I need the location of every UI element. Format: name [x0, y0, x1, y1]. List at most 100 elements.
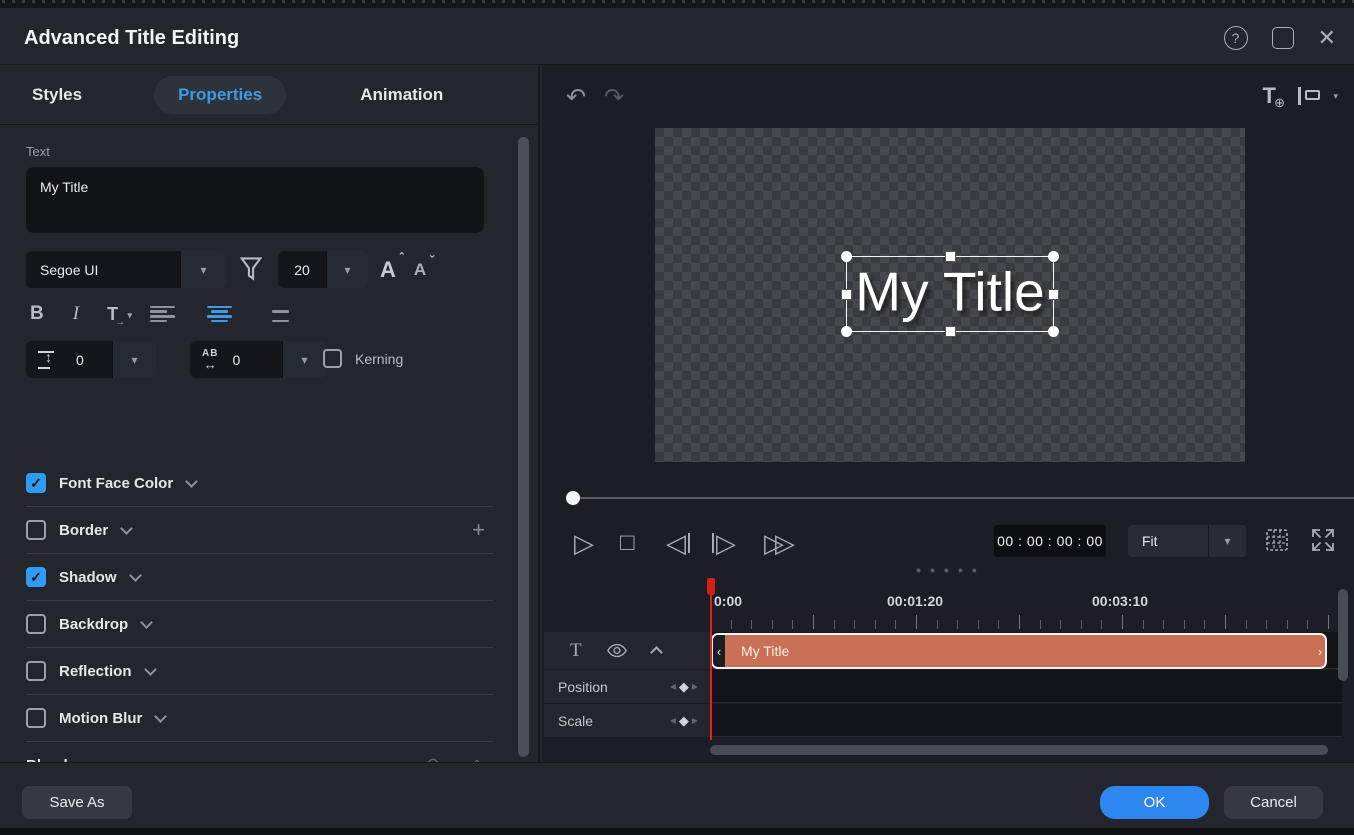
add-border-icon[interactable]: + [472, 517, 485, 543]
font-family-select[interactable]: Segoe UI ▾ [26, 251, 226, 288]
next-keyframe-icon[interactable]: ▶ [692, 682, 698, 691]
redo-icon[interactable]: ↷ [604, 83, 624, 112]
title-selection-box[interactable]: My Title [846, 256, 1054, 332]
add-text-icon[interactable]: T ⊕ [1263, 83, 1276, 109]
border-checkbox[interactable] [26, 520, 46, 540]
preview-title-text[interactable]: My Title [855, 259, 1044, 323]
chevron-down-icon[interactable] [140, 616, 153, 629]
section-backdrop[interactable]: Backdrop [26, 601, 493, 648]
undo-icon[interactable]: ↶ [566, 83, 586, 112]
zoom-fit-select[interactable]: Fit ▾ [1128, 525, 1246, 557]
add-keyframe-icon[interactable]: ◆ [679, 713, 689, 729]
trim-right-handle[interactable]: › [1315, 635, 1325, 667]
chevron-down-icon[interactable]: ▾ [1208, 525, 1246, 557]
add-keyframe-icon[interactable]: ◆ [679, 679, 689, 695]
preview-seekbar[interactable] [566, 491, 1354, 505]
chevron-down-icon[interactable]: ▾ [326, 251, 368, 288]
section-font-face-color[interactable]: ✓ Font Face Color [26, 460, 493, 507]
resize-handle[interactable] [841, 289, 852, 300]
ok-button[interactable]: OK [1100, 786, 1209, 819]
fullscreen-icon[interactable] [1310, 527, 1336, 553]
maximize-icon[interactable] [1272, 27, 1294, 49]
left-panel-scrollbar[interactable] [518, 137, 529, 757]
align-right-icon[interactable] [264, 306, 289, 323]
resize-handle[interactable] [841, 251, 852, 262]
align-center-icon[interactable] [207, 306, 232, 323]
reflection-checkbox[interactable] [26, 661, 46, 681]
chevron-down-icon[interactable] [154, 710, 167, 723]
line-spacing-value: 0 [76, 352, 84, 368]
scale-track-row[interactable]: Scale ◀ ◆ ▶ [544, 704, 710, 737]
chevron-down-icon[interactable]: ▾ [282, 341, 326, 378]
resize-handle[interactable] [841, 326, 852, 337]
kerning-checkbox[interactable] [323, 349, 342, 368]
section-shadow[interactable]: ✓ Shadow [26, 554, 493, 601]
close-icon[interactable]: ✕ [1318, 27, 1336, 49]
playhead-head[interactable] [707, 578, 715, 595]
fast-forward-icon[interactable]: ▷▷ [764, 523, 786, 563]
save-as-button[interactable]: Save As [22, 786, 132, 819]
resize-handle[interactable] [945, 326, 956, 337]
font-face-color-checkbox[interactable]: ✓ [26, 473, 46, 493]
chevron-down-icon[interactable] [144, 663, 157, 676]
title-text-input[interactable]: My Title [26, 167, 484, 233]
timeline-horizontal-scrollbar[interactable] [710, 745, 1332, 755]
previous-keyframe-icon[interactable]: ◀ [670, 682, 676, 691]
chevron-down-icon[interactable] [120, 522, 133, 535]
resize-handle[interactable] [1048, 326, 1059, 337]
section-motion-blur[interactable]: Motion Blur [26, 695, 493, 742]
font-filter-icon[interactable] [238, 255, 264, 285]
title-clip[interactable]: ‹ My Title › [711, 633, 1327, 669]
ruler-ticks[interactable] [710, 613, 1330, 631]
resize-handle[interactable] [1048, 289, 1059, 300]
text-align-preset-icon[interactable]: ▾ [1298, 87, 1328, 105]
shadow-checkbox[interactable]: ✓ [26, 567, 46, 587]
position-track-row[interactable]: Position ◀ ◆ ▶ [544, 670, 710, 703]
tab-properties[interactable]: Properties [154, 76, 286, 114]
backdrop-checkbox[interactable] [26, 614, 46, 634]
motion-blur-checkbox[interactable] [26, 708, 46, 728]
resize-handle[interactable] [1048, 251, 1059, 262]
chevron-down-icon[interactable] [129, 569, 142, 582]
line-spacing-input[interactable]: ↕ 0 ▾ [26, 341, 156, 378]
panel-resize-handle[interactable]: ● ● ● ● ● [916, 565, 980, 575]
align-left-icon[interactable] [150, 306, 175, 323]
grid-overlay-icon[interactable] [1264, 527, 1290, 553]
chevron-down-icon[interactable]: ▾ [112, 341, 156, 378]
decrease-font-size-icon[interactable]: Aˇ [414, 260, 426, 280]
section-border[interactable]: Border + [26, 507, 493, 554]
seekbar-knob[interactable] [566, 491, 580, 505]
text-transform-icon[interactable]: T → ▾ [107, 304, 118, 325]
trim-left-handle[interactable]: ‹ [713, 635, 725, 667]
preview-canvas[interactable]: My Title [655, 128, 1245, 462]
font-size-select[interactable]: 20 ▾ [278, 251, 368, 288]
background-app-strip [0, 0, 1354, 8]
keyframe-nav: ◀ ◆ ▶ [670, 679, 710, 695]
section-reflection[interactable]: Reflection [26, 648, 493, 695]
letter-spacing-input[interactable]: AB↔ 0 ▾ [190, 341, 326, 378]
resize-handle[interactable] [945, 251, 956, 262]
play-icon[interactable]: ▷ [574, 523, 594, 563]
dialog-title: Advanced Title Editing [24, 27, 239, 50]
help-icon[interactable]: ? [1224, 26, 1248, 50]
chevron-down-icon[interactable]: ▾ [180, 251, 226, 288]
italic-icon[interactable]: I [73, 303, 79, 325]
next-frame-icon[interactable]: ▷ [716, 523, 736, 563]
tab-animation[interactable]: Animation [336, 76, 467, 114]
increase-font-size-icon[interactable]: Aˆ [380, 257, 396, 283]
preview-panel: ↶ ↷ T ⊕ ▾ My Title [542, 65, 1354, 762]
dialog-titlebar: Advanced Title Editing ? ✕ [0, 8, 1354, 65]
chevron-down-icon[interactable] [185, 475, 198, 488]
timeline-vertical-scrollbar[interactable] [1338, 589, 1348, 739]
stop-icon[interactable]: □ [620, 523, 635, 563]
playhead[interactable] [710, 580, 712, 740]
next-keyframe-icon[interactable]: ▶ [692, 716, 698, 725]
previous-keyframe-icon[interactable]: ◀ [670, 716, 676, 725]
cancel-button[interactable]: Cancel [1224, 786, 1323, 819]
collapse-track-icon[interactable] [650, 646, 663, 659]
visibility-eye-icon[interactable] [606, 643, 628, 658]
letter-spacing-icon: AB↔ [202, 349, 218, 371]
previous-frame-icon[interactable]: ◁ [666, 523, 686, 563]
tab-styles[interactable]: Styles [8, 76, 106, 114]
bold-icon[interactable]: B [30, 303, 44, 325]
